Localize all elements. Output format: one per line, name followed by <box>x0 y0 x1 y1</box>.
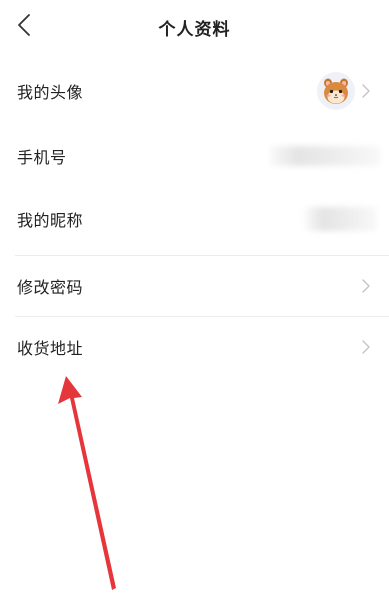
red-arrow-annotation <box>58 376 116 590</box>
